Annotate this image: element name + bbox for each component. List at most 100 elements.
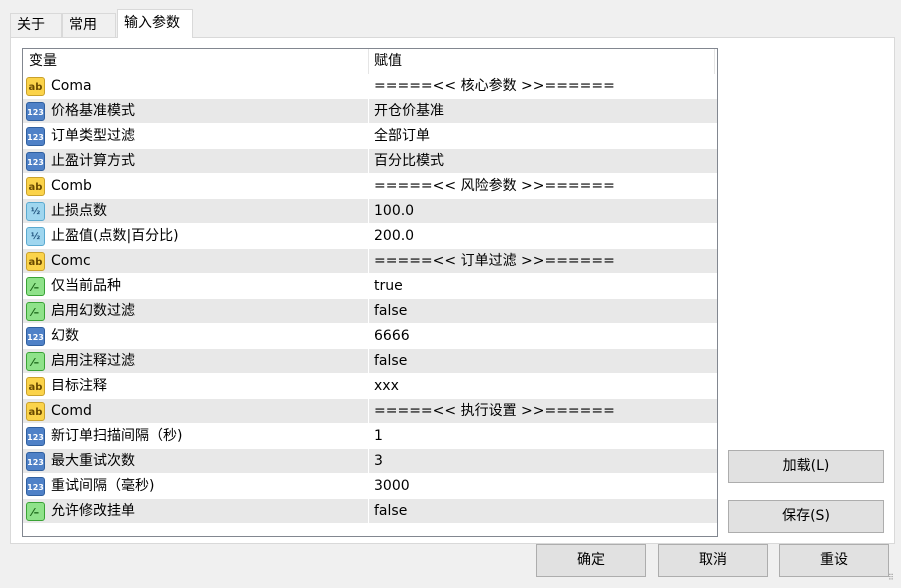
value-cell[interactable]: false <box>369 499 715 524</box>
header-variable[interactable]: 变量 <box>23 49 369 74</box>
value-cell[interactable]: false <box>369 349 715 374</box>
value-cell[interactable]: =====<< 核心参数 >>====== <box>369 74 715 99</box>
variable-cell[interactable]: ⁄– 启用注释过滤 <box>23 349 369 374</box>
tab-about[interactable]: 关于 <box>10 13 62 38</box>
integer-icon: 123 <box>26 152 45 171</box>
variable-name: 允许修改挂单 <box>51 503 135 519</box>
table-row[interactable]: 123 最大重试次数 3 <box>23 449 717 474</box>
integer-icon: 123 <box>26 477 45 496</box>
parameters-grid[interactable]: 变量 赋值 ab Coma =====<< 核心参数 >>====== 123 价格基准… <box>22 48 718 537</box>
value-cell[interactable]: 1 <box>369 424 715 449</box>
variable-cell[interactable]: 123 新订单扫描间隔（秒) <box>23 424 369 449</box>
table-row[interactable]: ab Coma =====<< 核心参数 >>====== <box>23 74 717 99</box>
string-icon: ab <box>26 252 45 271</box>
table-row[interactable]: ab Comc =====<< 订单过滤 >>====== <box>23 249 717 274</box>
table-row[interactable]: ⁄– 允许修改挂单 false <box>23 499 717 524</box>
variable-name: Comc <box>51 253 91 269</box>
variable-cell[interactable]: ab Comc <box>23 249 369 274</box>
string-icon: ab <box>26 377 45 396</box>
bool-icon: ⁄– <box>26 352 45 371</box>
value-cell[interactable]: false <box>369 299 715 324</box>
variable-name: 新订单扫描间隔（秒) <box>51 428 183 444</box>
table-row[interactable]: ½ 止盈值(点数|百分比) 200.0 <box>23 224 717 249</box>
inputs-panel: 变量 赋值 ab Coma =====<< 核心参数 >>====== 123 价格基准… <box>10 37 895 544</box>
table-row[interactable]: ½ 止损点数 100.0 <box>23 199 717 224</box>
variable-name: 重试间隔（毫秒) <box>51 478 155 494</box>
variable-cell[interactable]: ab Comb <box>23 174 369 199</box>
tab-common[interactable]: 常用 <box>62 13 116 38</box>
variable-name: 目标注释 <box>51 378 107 394</box>
table-row[interactable]: ⁄– 启用注释过滤 false <box>23 349 717 374</box>
value-cell[interactable]: 6666 <box>369 324 715 349</box>
value-cell[interactable]: =====<< 订单过滤 >>====== <box>369 249 715 274</box>
variable-name: 最大重试次数 <box>51 453 135 469</box>
variable-cell[interactable]: 123 最大重试次数 <box>23 449 369 474</box>
variable-cell[interactable]: ab Comd <box>23 399 369 424</box>
reset-button[interactable]: 重设 <box>779 544 889 577</box>
value-cell[interactable]: 200.0 <box>369 224 715 249</box>
table-row[interactable]: ab Comd =====<< 执行设置 >>====== <box>23 399 717 424</box>
variable-name: Coma <box>51 78 92 94</box>
value-cell[interactable]: 100.0 <box>369 199 715 224</box>
variable-cell[interactable]: ⁄– 启用幻数过滤 <box>23 299 369 324</box>
variable-cell[interactable]: ⁄– 仅当前品种 <box>23 274 369 299</box>
resize-grip-icon[interactable]: ⠿ <box>888 574 898 585</box>
variable-cell[interactable]: ⁄– 允许修改挂单 <box>23 499 369 524</box>
bool-icon: ⁄– <box>26 502 45 521</box>
integer-icon: 123 <box>26 452 45 471</box>
table-row[interactable]: ⁄– 启用幻数过滤 false <box>23 299 717 324</box>
bool-icon: ⁄– <box>26 302 45 321</box>
value-cell[interactable]: =====<< 风险参数 >>====== <box>369 174 715 199</box>
string-icon: ab <box>26 402 45 421</box>
variable-cell[interactable]: 123 价格基准模式 <box>23 99 369 124</box>
value-cell[interactable]: 开仓价基准 <box>369 99 715 124</box>
save-button[interactable]: 保存(S) <box>728 500 884 533</box>
table-row[interactable]: 123 止盈计算方式 百分比模式 <box>23 149 717 174</box>
variable-name: 仅当前品种 <box>51 278 121 294</box>
variable-cell[interactable]: ½ 止盈值(点数|百分比) <box>23 224 369 249</box>
load-button[interactable]: 加载(L) <box>728 450 884 483</box>
variable-name: 幻数 <box>51 328 79 344</box>
grid-header: 变量 赋值 <box>23 49 717 74</box>
table-row[interactable]: 123 幻数 6666 <box>23 324 717 349</box>
string-icon: ab <box>26 77 45 96</box>
table-row[interactable]: 123 新订单扫描间隔（秒) 1 <box>23 424 717 449</box>
variable-cell[interactable]: 123 重试间隔（毫秒) <box>23 474 369 499</box>
variable-cell[interactable]: ab Coma <box>23 74 369 99</box>
value-cell[interactable]: 3 <box>369 449 715 474</box>
cancel-button[interactable]: 取消 <box>658 544 768 577</box>
value-cell[interactable]: 百分比模式 <box>369 149 715 174</box>
tab-inputs[interactable]: 输入参数 <box>117 9 193 38</box>
variable-name: 启用幻数过滤 <box>51 303 135 319</box>
table-row[interactable]: ⁄– 仅当前品种 true <box>23 274 717 299</box>
header-value[interactable]: 赋值 <box>369 49 715 74</box>
integer-icon: 123 <box>26 102 45 121</box>
variable-name: 止盈计算方式 <box>51 153 135 169</box>
table-row[interactable]: 123 重试间隔（毫秒) 3000 <box>23 474 717 499</box>
value-cell[interactable]: true <box>369 274 715 299</box>
table-row[interactable]: ab Comb =====<< 风险参数 >>====== <box>23 174 717 199</box>
variable-cell[interactable]: 123 止盈计算方式 <box>23 149 369 174</box>
value-cell[interactable]: 3000 <box>369 474 715 499</box>
table-row[interactable]: ab 目标注释 xxx <box>23 374 717 399</box>
variable-name: Comd <box>51 403 92 419</box>
table-row[interactable]: 123 价格基准模式 开仓价基准 <box>23 99 717 124</box>
variable-name: 止盈值(点数|百分比) <box>51 228 179 244</box>
value-cell[interactable]: =====<< 执行设置 >>====== <box>369 399 715 424</box>
double-icon: ½ <box>26 227 45 246</box>
variable-cell[interactable]: ½ 止损点数 <box>23 199 369 224</box>
variable-cell[interactable]: 123 订单类型过滤 <box>23 124 369 149</box>
table-row[interactable]: 123 订单类型过滤 全部订单 <box>23 124 717 149</box>
ok-button[interactable]: 确定 <box>536 544 646 577</box>
variable-name: 订单类型过滤 <box>51 128 135 144</box>
variable-name: 价格基准模式 <box>51 103 135 119</box>
variable-name: 止损点数 <box>51 203 107 219</box>
variable-cell[interactable]: ab 目标注释 <box>23 374 369 399</box>
value-cell[interactable]: 全部订单 <box>369 124 715 149</box>
value-cell[interactable]: xxx <box>369 374 715 399</box>
variable-cell[interactable]: 123 幻数 <box>23 324 369 349</box>
integer-icon: 123 <box>26 427 45 446</box>
double-icon: ½ <box>26 202 45 221</box>
integer-icon: 123 <box>26 127 45 146</box>
variable-name: 启用注释过滤 <box>51 353 135 369</box>
